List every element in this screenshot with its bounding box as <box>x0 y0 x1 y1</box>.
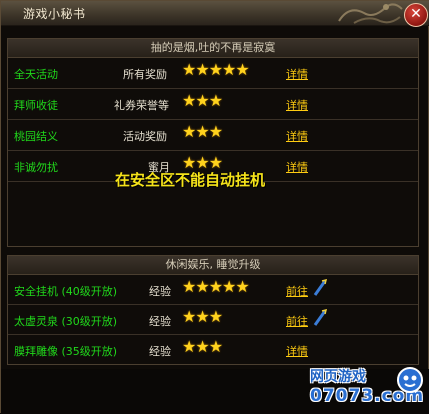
panel-header: 抽的是烟,吐的不再是寂寞 <box>8 39 418 58</box>
star-rating-icon: ★★★ <box>182 337 223 356</box>
game-secretary-window: 游戏小秘书 ✕ 抽的是烟,吐的不再是寂寞 全天活动 所有奖励 ★★★★★ 详情 … <box>0 0 429 414</box>
details-link[interactable]: 详情 <box>286 159 308 175</box>
leisure-reward: 经验 <box>149 285 171 298</box>
mascot-icon <box>397 367 423 393</box>
activity-name: 全天活动 <box>14 68 58 81</box>
panel-header: 休闲娱乐, 睡觉升级 <box>8 256 418 275</box>
leisure-row: 太虚灵泉 (30级开放) 经验 ★★★ 前往 <box>8 305 418 335</box>
site-watermark: 网页游戏 07073.com <box>308 366 426 410</box>
watermark-line1: 网页游戏 <box>310 369 366 385</box>
star-rating-icon: ★★★★★ <box>182 60 250 79</box>
leisure-row: 膜拜雕像 (35级开放) 经验 ★★★ 详情 <box>8 335 418 364</box>
title-bar[interactable]: 游戏小秘书 ✕ <box>1 1 429 27</box>
go-arrow-icon[interactable] <box>313 309 327 327</box>
leisure-panel: 休闲娱乐, 睡觉升级 安全挂机 (40级开放) 经验 ★★★★★ 前往 太虚灵泉… <box>7 255 419 365</box>
details-link[interactable]: 详情 <box>286 128 308 144</box>
leisure-reward: 经验 <box>149 315 171 328</box>
activity-reward: 所有奖励 <box>123 68 167 81</box>
safe-zone-notice: 在安全区不能自动挂机 <box>115 171 266 189</box>
daily-activities-panel: 抽的是烟,吐的不再是寂寞 全天活动 所有奖励 ★★★★★ 详情 拜师收徒 礼券荣… <box>7 38 419 247</box>
leisure-name: 安全挂机 (40级开放) <box>14 285 118 298</box>
activity-row: 桃园结义 活动奖励 ★★★ 详情 <box>8 120 418 151</box>
leisure-reward: 经验 <box>149 345 171 358</box>
star-rating-icon: ★★★ <box>182 307 223 326</box>
activity-name: 拜师收徒 <box>14 99 58 112</box>
activity-reward: 礼券荣誉等 <box>114 99 169 112</box>
dragon-ornament-icon <box>338 3 403 24</box>
activity-name: 桃园结义 <box>14 130 58 143</box>
details-link[interactable]: 详情 <box>286 97 308 113</box>
activity-name: 非诚勿扰 <box>14 161 58 174</box>
star-rating-icon: ★★★ <box>182 91 223 110</box>
details-link[interactable]: 详情 <box>286 66 308 82</box>
close-button[interactable]: ✕ <box>404 3 428 27</box>
go-arrow-icon[interactable] <box>313 279 327 297</box>
window-title: 游戏小秘书 <box>23 7 86 21</box>
activity-reward: 活动奖励 <box>123 130 167 143</box>
leisure-name: 太虚灵泉 (30级开放) <box>14 315 118 328</box>
leisure-name: 膜拜雕像 (35级开放) <box>14 345 118 358</box>
star-rating-icon: ★★★ <box>182 122 223 141</box>
go-link[interactable]: 前往 <box>286 313 308 329</box>
details-link[interactable]: 详情 <box>286 343 308 359</box>
go-link[interactable]: 前往 <box>286 283 308 299</box>
leisure-row: 安全挂机 (40级开放) 经验 ★★★★★ 前往 <box>8 275 418 305</box>
star-rating-icon: ★★★★★ <box>182 277 250 296</box>
activity-row: 全天活动 所有奖励 ★★★★★ 详情 <box>8 58 418 89</box>
footer-area: 网页游戏 07073.com <box>1 366 429 414</box>
activity-row: 拜师收徒 礼券荣誉等 ★★★ 详情 <box>8 89 418 120</box>
